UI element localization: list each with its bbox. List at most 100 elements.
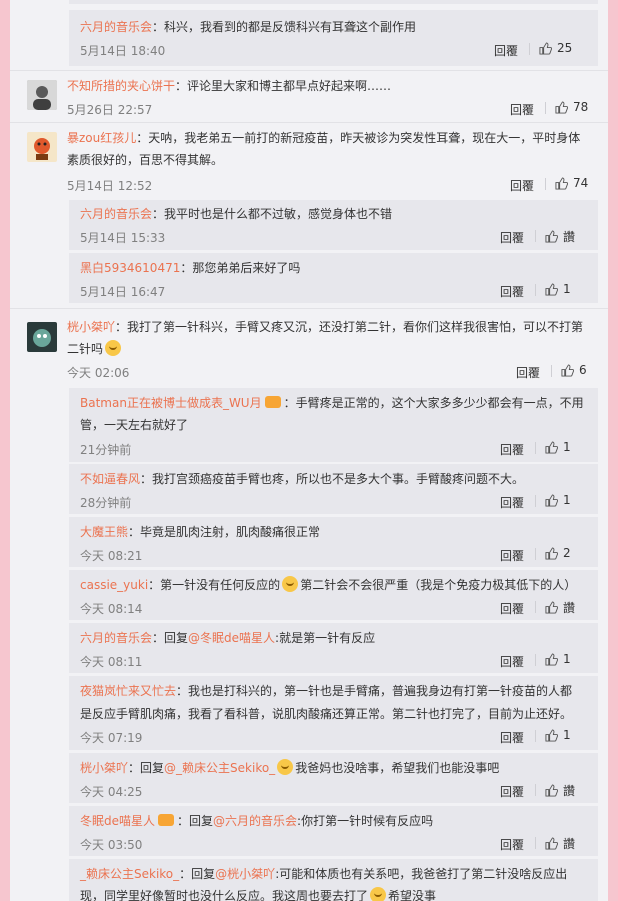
like-button[interactable]: 78 [555,100,588,114]
mention-link[interactable]: @冬眠de喵星人 [188,631,275,645]
comment-text-line2: 是反应手臂肌肉痛，我看了看科普，说肌肉酸痛还算正常。第二针也打完了，目前为止还好… [80,707,573,721]
username-link[interactable]: 暴zou红孩儿 [67,131,136,145]
reply-button[interactable]: 回覆 [500,653,524,670]
like-button[interactable]: 25 [539,41,572,55]
username-link[interactable]: 桄小桀吖 [67,320,115,334]
comment-time: 28分钟前 [80,496,132,510]
comment-text-line2: 二针吗 [67,338,123,360]
mention-link[interactable]: @桄小桀吖 [215,867,275,881]
username-link[interactable]: 六月的音乐会 [80,20,152,34]
reply-button[interactable]: 回覆 [510,101,534,118]
thumbs-up-icon [545,282,558,296]
comment-time: 今天 08:14 [80,602,143,616]
comment-time: 今天 08:21 [80,549,143,563]
comment-time: 5月14日 15:33 [80,231,166,245]
like-button[interactable]: 讚 [545,228,575,245]
comment-body: 希望没事 [388,889,437,901]
username-link[interactable]: cassie_yuki [80,578,148,592]
divider [545,102,546,114]
avatar[interactable] [27,80,57,110]
comment-text: 桄小桀吖：回复@_赖床公主Sekiko_ 我爸妈也没啥事，希望我们也能没事吧 [80,757,499,779]
reply-button[interactable]: 回覆 [500,783,524,800]
comment-text-line2: 管，一天左右就好了 [80,418,189,432]
reply-button[interactable]: 回覆 [500,600,524,617]
reply-button[interactable]: 回覆 [510,177,534,194]
sub-comment: 黑白5934610471：那您弟弟后来好了吗 5月14日 16:47 回覆 1 [69,253,598,303]
like-button[interactable]: 1 [545,652,571,666]
thumbs-up-icon [545,230,558,243]
username-link[interactable]: 桄小桀吖 [80,761,128,775]
reply-button[interactable]: 回覆 [500,729,524,746]
divider [551,365,552,377]
like-count: 讚 [563,601,576,615]
comment-time: 21分钟前 [80,443,132,457]
mention-link[interactable]: @_赖床公主Sekiko_ [164,761,275,775]
comment-text: 暴zou红孩儿：天呐，我老弟五一前打的新冠疫苗，昨天被诊为突发性耳聋，现在大一，… [67,127,580,149]
like-button[interactable]: 讚 [545,782,575,799]
username-link[interactable]: Batman正在被博士做成表_WU月 [80,396,262,410]
reply-button[interactable]: 回覆 [500,836,524,853]
comment-body: 现，同学里好像暂时也没什么反应。我这周也要去打了 [80,889,369,901]
comment-text: 不如逼春风：我打宫颈癌疫苗手臂也疼，所以也不是多大个事。手臂酸疼问题不大。 [80,468,524,490]
like-button[interactable]: 6 [561,363,587,377]
laughing-emoji-icon [370,887,387,901]
comment-text: Batman正在被博士做成表_WU月 ：手臂疼是正常的，这个大家多多少少都会有一点… [80,392,584,414]
comment-body: :就是第一针有反应 [275,631,376,645]
avatar[interactable] [27,322,57,352]
comment-item: 暴zou红孩儿：天呐，我老弟五一前打的新冠疫苗，昨天被诊为突发性耳聋，现在大一，… [10,124,608,196]
like-count: 2 [563,546,571,560]
divider [535,284,536,296]
comment-time: 5月14日 16:47 [80,285,166,299]
username-link[interactable]: 黑白5934610471 [80,261,180,275]
comment-time: 5月26日 22:57 [67,103,153,117]
username-link[interactable]: 大魔王熊 [80,525,128,539]
comment-body: ：我打了第一针科兴，手臂又疼又沉，还没打第二针，看你们这样我很害怕，可以不打第 [115,320,584,334]
comment-time: 5月14日 12:52 [67,179,153,193]
thumbs-up-icon [539,41,552,55]
divider [535,495,536,507]
reply-button[interactable]: 回覆 [500,229,524,246]
like-button[interactable]: 1 [545,440,571,454]
like-count: 1 [563,282,571,296]
thumbs-up-icon [545,546,558,560]
sub-comment: Batman正在被博士做成表_WU月 ：手臂疼是正常的，这个大家多多少少都会有一点… [69,388,598,462]
comment-body: ：天呐，我老弟五一前打的新冠疫苗，昨天被诊为突发性耳聋，现在大一，平时身体 [136,131,581,145]
username-link[interactable]: 冬眠de喵星人 [80,814,155,828]
divider [535,730,536,742]
like-button[interactable]: 讚 [545,599,575,616]
comment-text: 不知所措的夹心饼干：评论里大家和博主都早点好起来啊…… [67,75,391,97]
comment-text: 大魔王熊：毕竟是肌肉注射，肌肉酸痛很正常 [80,521,320,543]
reply-button[interactable]: 回覆 [500,494,524,511]
reply-button[interactable]: 回覆 [516,364,540,381]
reply-button[interactable]: 回覆 [500,547,524,564]
comment-body: ：我平时也是什么都不过敏，感觉身体也不错 [152,207,393,221]
like-button[interactable]: 1 [545,282,571,296]
reply-button[interactable]: 回覆 [500,283,524,300]
divider [535,601,536,613]
fan-badge-icon [158,814,175,826]
username-link[interactable]: _赖床公主Sekiko_ [80,867,179,881]
like-button[interactable]: 2 [545,546,571,560]
reply-button[interactable]: 回覆 [494,42,518,59]
comment-body: ：那您弟弟后来好了吗 [180,261,301,275]
username-link[interactable]: 不知所措的夹心饼干 [67,79,175,93]
username-link[interactable]: 夜猫岚忙来又忙去 [80,684,176,698]
divider [535,654,536,666]
username-link[interactable]: 六月的音乐会 [80,631,152,645]
comment-body: :你打第一针时候有反应吗 [297,814,434,828]
like-button[interactable]: 1 [545,493,571,507]
comment-text: cassie_yuki：第一针没有任何反应的 第二针会不会很严重（我是个免疫力极其… [80,574,576,596]
like-button[interactable]: 1 [545,728,571,742]
divider [10,70,608,71]
sub-comment: 大魔王熊：毕竟是肌肉注射，肌肉酸痛很正常 今天 08:21 回覆 2 [69,517,598,567]
comment-body: ：评论里大家和博主都早点好起来啊…… [175,79,392,93]
username-link[interactable]: 六月的音乐会 [80,207,152,221]
like-button[interactable]: 74 [555,176,588,190]
like-button[interactable]: 讚 [545,835,575,852]
divider [535,784,536,796]
reply-button[interactable]: 回覆 [500,441,524,458]
mention-link[interactable]: @六月的音乐会 [213,814,297,828]
thumbs-up-icon [555,176,568,190]
avatar[interactable] [27,132,57,162]
username-link[interactable]: 不如逼春风 [80,472,140,486]
